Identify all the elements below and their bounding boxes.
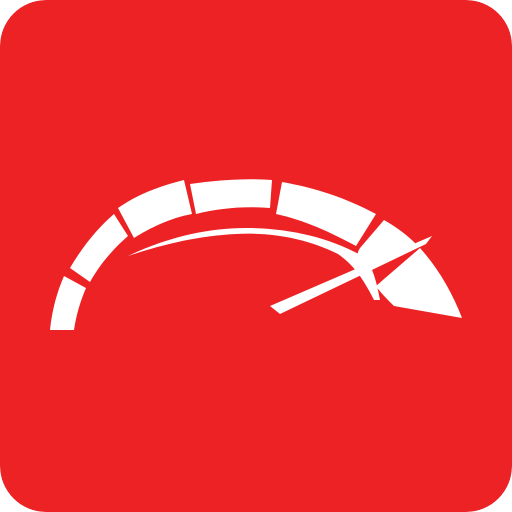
speedometer-icon xyxy=(0,0,512,512)
icon-background xyxy=(0,0,512,512)
app-icon[interactable] xyxy=(0,0,512,512)
